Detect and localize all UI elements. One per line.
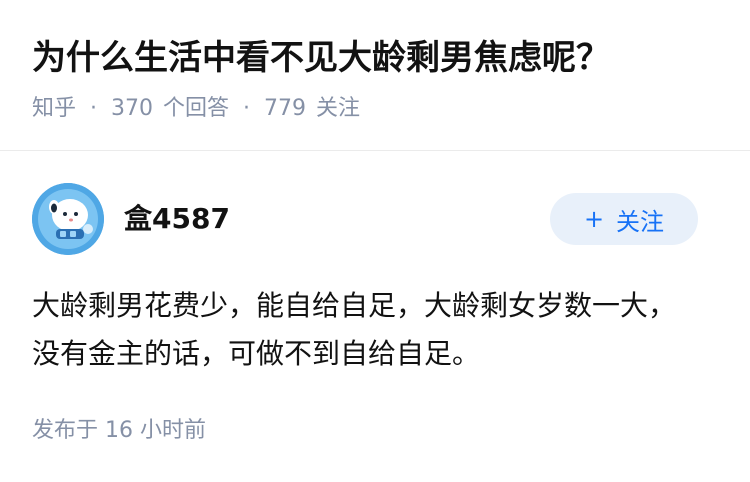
source-label[interactable]: 知乎 xyxy=(32,94,76,124)
cartoon-avatar-icon xyxy=(32,183,104,255)
avatar[interactable] xyxy=(32,183,104,255)
plus-icon: + xyxy=(583,205,605,233)
meta-separator: · xyxy=(90,96,98,121)
question-header: 为什么生活中看不见大龄剩男焦虑呢？ 知乎 · 370 个回答 · 779 关注 xyxy=(0,0,750,151)
follower-count-label: 关注 xyxy=(316,96,361,121)
answer-content[interactable]: 大龄剩男花费少，能自给自足，大龄剩女岁数一大，没有金主的话，可做不到自给自足。 xyxy=(32,282,692,378)
question-meta: 知乎 · 370 个回答 · 779 关注 xyxy=(32,94,360,124)
author-name[interactable]: 盒4587 xyxy=(124,201,230,237)
meta-separator: · xyxy=(243,96,251,121)
answer-author: 盒4587 + 关注 xyxy=(32,183,718,255)
answer-count-label: 个回答 xyxy=(163,96,230,121)
question-title[interactable]: 为什么生活中看不见大龄剩男焦虑呢？ xyxy=(32,36,610,80)
follower-count: 779 xyxy=(264,96,307,121)
follow-label: 关注 xyxy=(616,207,665,236)
follow-button[interactable]: + 关注 xyxy=(550,193,698,245)
answer-time: 发布于 16 小时前 xyxy=(32,418,206,443)
answer-count: 370 xyxy=(111,96,154,121)
